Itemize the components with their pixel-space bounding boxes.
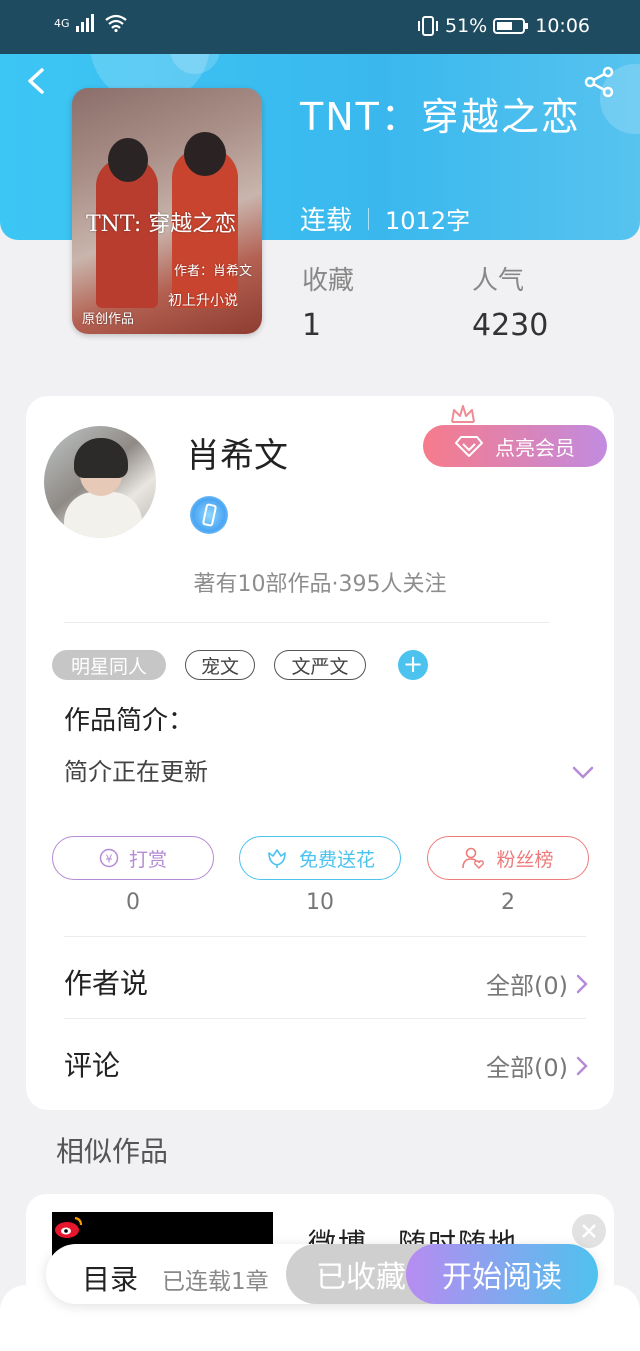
flower-icon (268, 849, 286, 868)
serialized-chapters: 已连载1章 (162, 1269, 269, 1295)
author-name[interactable]: 肖希文 (186, 428, 288, 477)
start-reading-button[interactable]: 开始阅读 (406, 1244, 598, 1304)
tag-2[interactable]: 文严文 (274, 650, 366, 680)
divider (64, 936, 586, 937)
send-flower-button[interactable]: 免费送花 (239, 836, 401, 880)
author-works-info: 著有10部作品·395人关注 (193, 572, 447, 597)
weibo-icon (55, 1216, 83, 1238)
stat-value-popularity: 4230 (472, 308, 549, 343)
vip-button[interactable]: 点亮会员 (423, 425, 607, 467)
cover-original: 原创作品 (82, 312, 135, 327)
back-icon[interactable] (24, 66, 52, 96)
stat-value-favorites: 1 (302, 308, 322, 343)
toc-button[interactable]: 目录 (82, 1258, 138, 1298)
comments-label: 评论 (64, 1049, 121, 1082)
stat-label-favorites: 收藏 (302, 266, 355, 296)
meta-divider (368, 207, 370, 230)
crown-icon (451, 405, 475, 423)
send-flower-label: 免费送花 (298, 848, 375, 871)
tip-button[interactable]: ¥ 打赏 (52, 836, 214, 880)
yen-coin-icon: ¥ (99, 848, 119, 868)
svg-text:¥: ¥ (105, 853, 112, 866)
comments-link[interactable]: 全部(0) (486, 1048, 588, 1083)
intro-text: 简介正在更新 (64, 758, 208, 786)
intro-label: 作品简介： (64, 706, 195, 736)
clock: 10:06 (535, 15, 590, 37)
stat-label-popularity: 人气 (472, 266, 525, 296)
chevron-down-icon[interactable] (572, 766, 594, 780)
cover-title: TNT: 穿越之恋 (86, 212, 237, 237)
book-meta: 连载 1012字 (300, 200, 470, 237)
avatar[interactable] (44, 426, 156, 538)
similar-works-heading: 相似作品 (56, 1135, 169, 1168)
wifi-icon (104, 14, 127, 32)
diamond-icon (455, 436, 483, 457)
vibrate-icon (418, 16, 438, 36)
author-says-link[interactable]: 全部(0) (486, 966, 588, 1001)
battery-icon (493, 18, 529, 34)
cover-subtitle: 初上升小说 (168, 293, 238, 309)
signal-icon (75, 14, 94, 32)
tip-label: 打赏 (128, 848, 167, 871)
cover-author: 作者：肖希文 (174, 264, 253, 279)
comments-value: 全部(0) (486, 1054, 568, 1082)
divider (64, 622, 550, 623)
book-title: TNT：穿越之恋 (300, 95, 581, 139)
fan-ranking-label: 粉丝榜 (496, 848, 554, 871)
book-cover[interactable]: TNT: 穿越之恋 作者：肖希文 初上升小说 原创作品 (72, 88, 262, 334)
close-icon (582, 1224, 596, 1238)
chevron-right-icon (576, 974, 588, 993)
status-bar: 4G 51% 10:06 (0, 0, 640, 54)
tag-0[interactable]: 明星同人 (52, 650, 166, 680)
battery-percent: 51% (445, 15, 488, 37)
fan-ranking-count: 2 (501, 890, 515, 915)
vip-label: 点亮会员 (495, 435, 575, 460)
book-detail-page: 4G 51% 10:06 TNT: 穿越之恋 作者：肖希文 初上升小说 原创作品… (0, 0, 640, 1351)
flower-count: 10 (306, 890, 334, 915)
word-count: 1012字 (385, 207, 471, 235)
tag-1[interactable]: 宠文 (185, 650, 255, 680)
book-status: 连载 (300, 206, 353, 236)
user-heart-icon (462, 847, 485, 869)
add-tag-button[interactable]: + (398, 650, 428, 680)
chevron-right-icon (576, 1056, 588, 1075)
tip-count: 0 (126, 890, 140, 915)
author-says-value: 全部(0) (486, 972, 568, 1000)
fan-ranking-button[interactable]: 粉丝榜 (427, 836, 589, 880)
author-says-label: 作者说 (64, 967, 149, 1000)
close-ad-button[interactable] (572, 1214, 606, 1248)
divider (64, 1018, 586, 1019)
network-label: 4G (54, 16, 70, 30)
level-badge-icon (190, 496, 228, 534)
